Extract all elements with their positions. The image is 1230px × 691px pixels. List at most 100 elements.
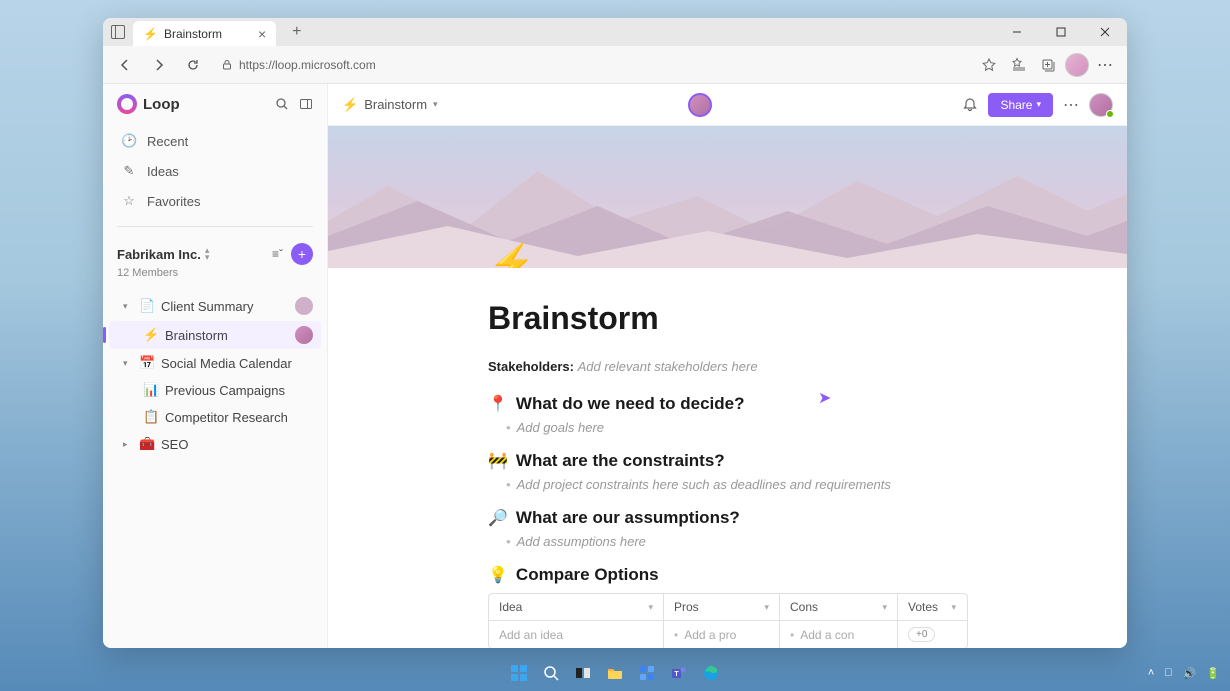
- lock-icon: [221, 59, 233, 71]
- cell-pros[interactable]: Add a pro: [664, 621, 780, 648]
- volume-icon[interactable]: 🔊: [1183, 667, 1197, 680]
- start-button[interactable]: [506, 660, 532, 686]
- toolbox-icon: 🧰: [139, 436, 155, 452]
- page-title[interactable]: Brainstorm: [488, 300, 1079, 337]
- tree-seo[interactable]: ▸ 🧰 SEO: [109, 431, 321, 457]
- browser-window: ⚡ Brainstorm × + https://loop.microsoft.…: [103, 18, 1127, 648]
- teams-button[interactable]: T: [666, 660, 692, 686]
- tab-actions-icon[interactable]: [111, 25, 125, 39]
- edge-button[interactable]: [698, 660, 724, 686]
- nav-recent[interactable]: 🕑Recent: [103, 126, 327, 156]
- back-button[interactable]: [111, 51, 139, 79]
- favorite-button[interactable]: [975, 51, 1003, 79]
- chevron-down-icon[interactable]: ▾: [882, 602, 887, 613]
- browser-menu-button[interactable]: ⋯: [1091, 51, 1119, 79]
- chevron-right-icon: ▸: [123, 439, 133, 450]
- magnifier-icon: 🔎: [488, 508, 508, 528]
- breadcrumb[interactable]: ⚡ Brainstorm ▾: [342, 97, 438, 113]
- bulb-icon: 💡: [488, 565, 508, 585]
- share-button[interactable]: Share▾: [988, 93, 1053, 117]
- forward-button[interactable]: [145, 51, 173, 79]
- sidebar-header: Loop: [103, 84, 327, 124]
- tree-competitor-research[interactable]: 📋 Competitor Research: [109, 404, 321, 430]
- workspace-row[interactable]: Fabrikam Inc. ▴▾ ≡ˇ +: [103, 235, 327, 267]
- content-scroll[interactable]: ⚡ Brainstorm Stakeholders: Add relevant …: [328, 126, 1127, 648]
- search-icon[interactable]: [275, 97, 289, 111]
- section-assumptions: 🔎What are our assumptions? Add assumptio…: [488, 508, 1079, 549]
- close-tab-icon[interactable]: ×: [258, 26, 266, 42]
- user-avatar[interactable]: [1089, 93, 1113, 117]
- panel-icon[interactable]: [299, 97, 313, 111]
- url-box[interactable]: https://loop.microsoft.com: [213, 58, 969, 72]
- browser-tab[interactable]: ⚡ Brainstorm ×: [133, 21, 276, 46]
- chevron-down-icon[interactable]: ▾: [648, 602, 653, 613]
- minimize-button[interactable]: [995, 18, 1039, 46]
- system-tray[interactable]: ˄ 􀙇 🔊 🔋: [1148, 667, 1220, 680]
- brand-label: Loop: [143, 96, 180, 113]
- placeholder-text[interactable]: Add goals here: [488, 420, 1079, 435]
- window-controls: [995, 18, 1127, 46]
- widgets-button[interactable]: [634, 660, 660, 686]
- calendar-icon: 📅: [139, 355, 155, 371]
- new-tab-button[interactable]: +: [284, 23, 309, 41]
- tab-title: Brainstorm: [164, 27, 222, 41]
- tree-social-calendar[interactable]: ▾ 📅 Social Media Calendar: [109, 350, 321, 376]
- close-window-button[interactable]: [1083, 18, 1127, 46]
- page-emoji-icon[interactable]: ⚡: [488, 242, 535, 268]
- address-bar: https://loop.microsoft.com ⋯: [103, 46, 1127, 84]
- chevron-down-icon[interactable]: ▾: [951, 602, 956, 613]
- col-votes[interactable]: Votes▾: [898, 594, 966, 620]
- compare-table[interactable]: Idea▾ Pros▾ Cons▾ Votes▾ Add an idea Add…: [488, 593, 968, 648]
- taskbar: T ˄ 􀙇 🔊 🔋: [0, 655, 1230, 691]
- workspace-name: Fabrikam Inc.: [117, 247, 201, 262]
- page-tree: ▾ 📄 Client Summary ⚡ Brainstorm ▾ 📅 Soci…: [103, 287, 327, 462]
- section-decide: 📍What do we need to decide? Add goals he…: [488, 394, 1079, 435]
- cell-votes[interactable]: +0: [898, 621, 966, 648]
- remote-cursor-icon: ➤: [818, 388, 831, 408]
- tree-brainstorm[interactable]: ⚡ Brainstorm: [109, 321, 321, 349]
- chevron-down-icon[interactable]: ▾: [764, 602, 769, 613]
- col-pros[interactable]: Pros▾: [664, 594, 780, 620]
- stakeholders-row[interactable]: Stakeholders: Add relevant stakeholders …: [488, 359, 1079, 374]
- collections-button[interactable]: [1035, 51, 1063, 79]
- status-dot-icon: [1106, 110, 1114, 118]
- search-button[interactable]: [538, 660, 564, 686]
- nav-favorites[interactable]: ☆Favorites: [103, 186, 327, 216]
- divider: [117, 226, 313, 227]
- maximize-button[interactable]: [1039, 18, 1083, 46]
- taskview-button[interactable]: [570, 660, 596, 686]
- cell-idea[interactable]: Add an idea: [489, 621, 664, 648]
- filter-button[interactable]: ≡ˇ: [272, 247, 283, 261]
- favorites-bar-button[interactable]: [1005, 51, 1033, 79]
- chart-icon: 📊: [143, 382, 159, 398]
- cell-cons[interactable]: Add a con: [780, 621, 898, 648]
- presence-avatar[interactable]: [688, 93, 712, 117]
- placeholder-text[interactable]: Add assumptions here: [488, 534, 1079, 549]
- more-button[interactable]: ⋯: [1063, 95, 1079, 115]
- wifi-icon[interactable]: 􀙇: [1164, 667, 1172, 679]
- refresh-button[interactable]: [179, 51, 207, 79]
- nav-ideas[interactable]: ✎Ideas: [103, 156, 327, 186]
- battery-icon[interactable]: 🔋: [1206, 667, 1220, 680]
- app-body: Loop 🕑Recent ✎Ideas ☆Favorites Fabrikam …: [103, 84, 1127, 648]
- url-text: https://loop.microsoft.com: [239, 58, 376, 72]
- titlebar: ⚡ Brainstorm × +: [103, 18, 1127, 46]
- notifications-button[interactable]: [962, 97, 978, 113]
- construction-icon: 🚧: [488, 451, 508, 471]
- tree-prev-campaigns[interactable]: 📊 Previous Campaigns: [109, 377, 321, 403]
- add-page-button[interactable]: +: [291, 243, 313, 265]
- workspace-switcher-icon[interactable]: ▴▾: [205, 247, 210, 261]
- explorer-button[interactable]: [602, 660, 628, 686]
- workspace-members: 12 Members: [103, 267, 327, 287]
- profile-avatar[interactable]: [1065, 53, 1089, 77]
- svg-text:T: T: [674, 671, 679, 678]
- chevron-down-icon: ▾: [433, 99, 438, 110]
- chevron-up-icon[interactable]: ˄: [1148, 667, 1154, 679]
- tree-client-summary[interactable]: ▾ 📄 Client Summary: [109, 292, 321, 320]
- bolt-icon: ⚡: [143, 327, 159, 343]
- col-idea[interactable]: Idea▾: [489, 594, 664, 620]
- placeholder-text[interactable]: Add project constraints here such as dea…: [488, 477, 1079, 492]
- hero-image: ⚡: [328, 126, 1127, 268]
- document: Brainstorm Stakeholders: Add relevant st…: [328, 268, 1127, 648]
- col-cons[interactable]: Cons▾: [780, 594, 898, 620]
